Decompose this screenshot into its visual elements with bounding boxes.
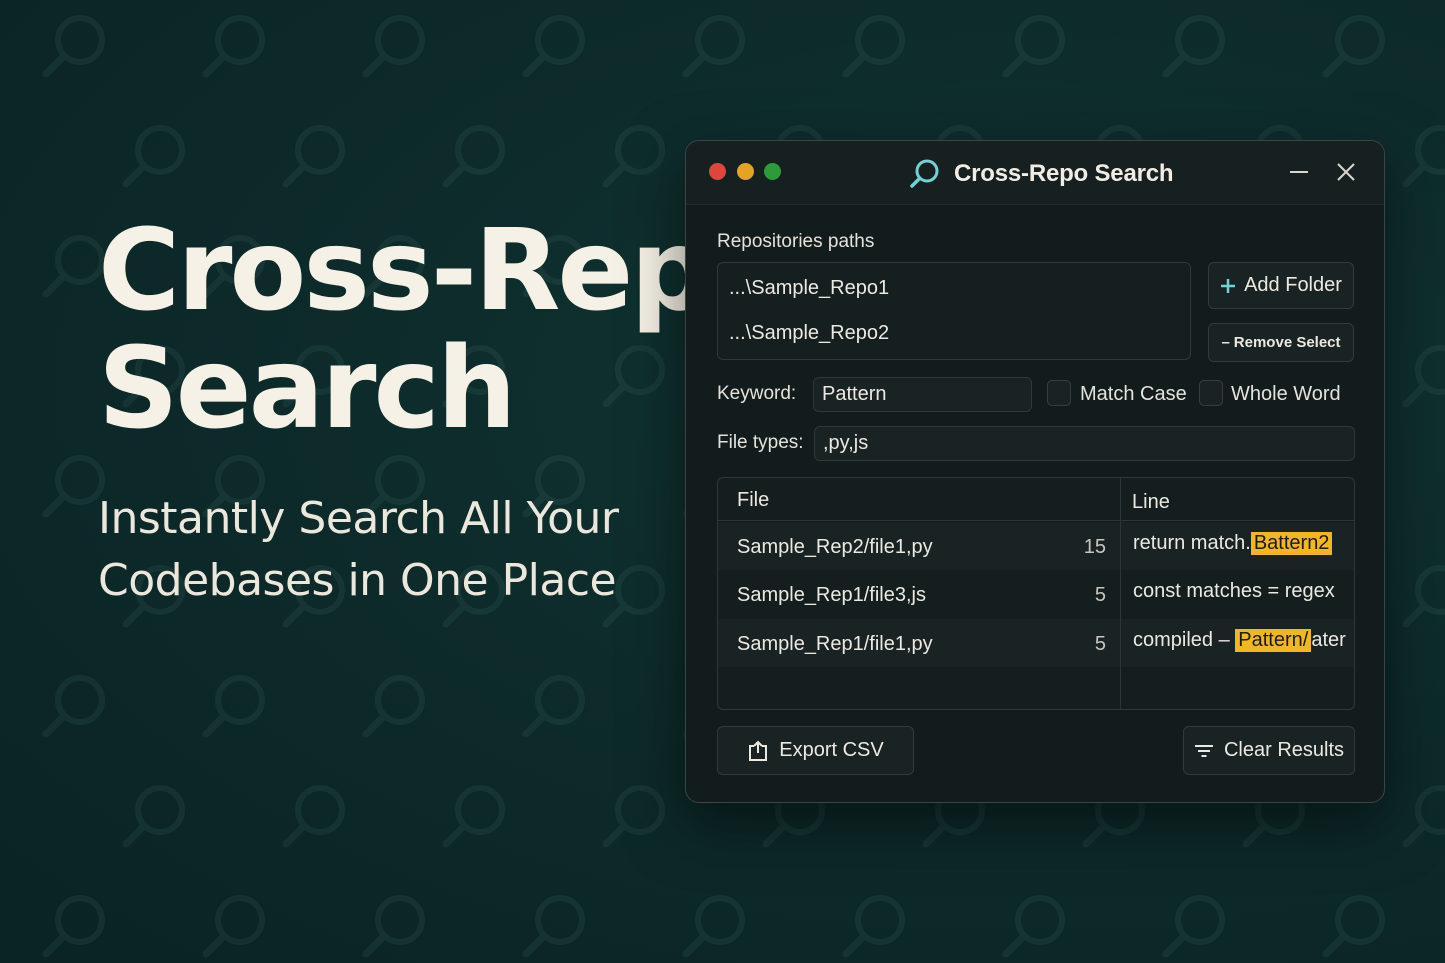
background-magnifier-icon [1162, 895, 1225, 958]
background-magnifier-icon [362, 895, 425, 958]
window-title-group: Cross-Repo Search [908, 157, 1174, 191]
background-magnifier-icon [1402, 345, 1445, 408]
background-magnifier-icon [282, 125, 345, 188]
background-magnifier-icon [522, 675, 585, 738]
background-magnifier-icon [362, 15, 425, 78]
background-magnifier-icon [362, 675, 425, 738]
file-types-input[interactable]: ,py,js [814, 426, 1355, 461]
background-magnifier-icon [42, 15, 105, 78]
line-text: compiled – [1133, 629, 1236, 651]
file-types-label: File types: [717, 432, 804, 453]
table-row[interactable]: Sample_Rep2/file1,py 15 return match. Bat… [718, 522, 1354, 570]
background-magnifier-icon [1002, 895, 1065, 958]
background-magnifier-icon [682, 895, 745, 958]
background-magnifier-icon [602, 785, 665, 848]
hero-subtitle-line2: Codebases in One Place [98, 555, 617, 606]
background-magnifier-icon [522, 895, 585, 958]
background-magnifier-icon [122, 785, 185, 848]
minimize-icon[interactable] [1286, 159, 1312, 185]
hero-subtitle: Instantly Search All Your Codebases in O… [98, 488, 619, 612]
line-content-cell: compiled – Pattern/ater [1133, 629, 1354, 652]
match-highlight: Battern2 [1250, 532, 1333, 555]
background-magnifier-icon [42, 675, 105, 738]
background-magnifier-icon [42, 235, 105, 298]
repository-list[interactable]: ...\Sample_Repo1 ...\Sample_Repo2 [717, 262, 1191, 360]
background-magnifier-icon [1402, 785, 1445, 848]
background-magnifier-icon [1402, 125, 1445, 188]
title-bar: Cross-Repo Search [686, 141, 1384, 205]
background-magnifier-icon [202, 675, 265, 738]
keyword-label: Keyword: [717, 383, 797, 404]
file-cell: Sample_Rep1/file3,js [737, 584, 926, 606]
table-row[interactable]: Sample_Rep1/file1,py 5 compiled – Patter… [718, 619, 1354, 667]
hero-subtitle-line1: Instantly Search All Your [98, 493, 619, 544]
repository-item[interactable]: ...\Sample_Repo2 [729, 322, 889, 345]
results-table: File Line Sample_Rep2/file1,py 15 return… [717, 477, 1355, 710]
line-content-cell: return match. Battern2 [1133, 532, 1354, 555]
repository-item[interactable]: ...\Sample_Repo1 [729, 277, 889, 300]
remove-select-button[interactable]: – Remove Select [1208, 323, 1354, 362]
table-header: File Line [718, 478, 1354, 521]
match-case-checkbox[interactable] [1047, 380, 1071, 406]
file-cell: Sample_Rep1/file1,py [737, 633, 933, 655]
window-title: Cross-Repo Search [954, 160, 1174, 187]
file-cell: Sample_Rep2/file1,py [737, 536, 933, 558]
background-magnifier-icon [522, 15, 585, 78]
export-csv-button[interactable]: Export CSV [717, 726, 914, 775]
background-magnifier-icon [442, 125, 505, 188]
add-folder-button[interactable]: Add Folder [1208, 262, 1354, 309]
match-case-label: Match Case [1080, 383, 1187, 405]
background-magnifier-icon [282, 785, 345, 848]
line-text-after: ater [1311, 629, 1346, 651]
minus-icon: – [1221, 334, 1230, 351]
minimize-traffic-light[interactable] [737, 163, 754, 180]
background-magnifier-icon [1002, 15, 1065, 78]
search-icon [910, 159, 939, 188]
close-traffic-light[interactable] [709, 163, 726, 180]
line-content-cell: const matches = regex [1133, 580, 1354, 603]
export-csv-label: Export CSV [779, 739, 884, 761]
background-magnifier-icon [202, 15, 265, 78]
background-magnifier-icon [122, 125, 185, 188]
column-header-file[interactable]: File [737, 489, 769, 512]
close-icon[interactable] [1333, 159, 1359, 185]
hero-title-line2: Search [98, 324, 517, 448]
add-folder-label: Add Folder [1244, 274, 1342, 296]
line-number-cell: 15 [1083, 536, 1106, 558]
background-magnifier-icon [1162, 15, 1225, 78]
hero-title-line1: Cross-Repo [98, 212, 698, 336]
clear-results-button[interactable]: Clear Results [1183, 726, 1355, 775]
background-magnifier-icon [1402, 565, 1445, 628]
column-divider [1120, 478, 1121, 709]
background-magnifier-icon [842, 895, 905, 958]
hero-title: Cross-Repo Search [98, 212, 698, 448]
line-text: return match. [1133, 532, 1251, 554]
repositories-label: Repositories paths [717, 231, 875, 252]
background-magnifier-icon [42, 455, 105, 518]
plus-icon [1221, 278, 1236, 293]
background-magnifier-icon [602, 125, 665, 188]
background-magnifier-icon [202, 895, 265, 958]
column-header-line[interactable]: Line [1132, 491, 1170, 514]
export-icon [749, 740, 768, 761]
table-row[interactable]: Sample_Rep1/file3,js 5 const matches = r… [718, 570, 1354, 618]
background-magnifier-icon [442, 785, 505, 848]
background-magnifier-icon [682, 15, 745, 78]
background-magnifier-icon [1322, 15, 1385, 78]
app-window: Cross-Repo Search Repositories paths ...… [685, 140, 1385, 803]
whole-word-label: Whole Word [1231, 383, 1341, 405]
clear-results-label: Clear Results [1223, 739, 1345, 761]
match-highlight: Pattern/ [1235, 629, 1312, 652]
background-magnifier-icon [842, 15, 905, 78]
line-text: const matches = regex [1133, 580, 1335, 602]
maximize-traffic-light[interactable] [764, 163, 781, 180]
filter-icon [1194, 744, 1213, 757]
keyword-input[interactable]: Pattern [813, 377, 1032, 412]
background-magnifier-icon [42, 895, 105, 958]
line-number-cell: 5 [1094, 633, 1106, 655]
remove-select-label: Remove Select [1233, 334, 1341, 351]
background-magnifier-icon [1322, 895, 1385, 958]
whole-word-checkbox[interactable] [1199, 380, 1223, 406]
line-number-cell: 5 [1094, 584, 1106, 606]
